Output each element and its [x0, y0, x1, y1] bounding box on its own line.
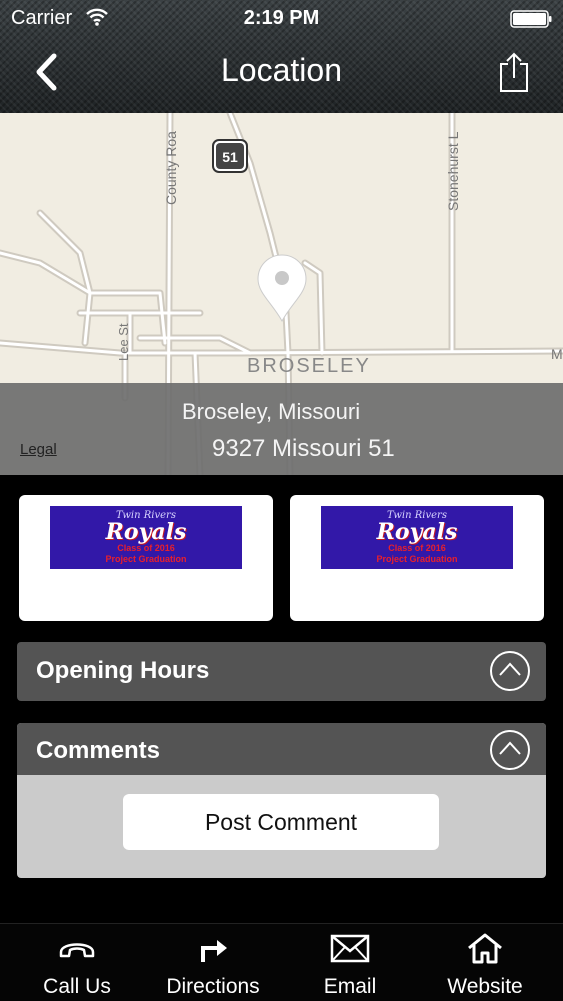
comments-toggle[interactable] [490, 730, 530, 770]
opening-hours-toggle[interactable] [490, 651, 530, 691]
comments-section: Comments Post Comment [17, 723, 546, 878]
royals-banner-image: Twin Rivers Royals Class of 2016 Project… [321, 506, 513, 569]
place-address: 9327 Missouri 51 [212, 435, 395, 462]
tab-website[interactable]: Website [415, 924, 555, 1001]
lee-st-label: Lee St [116, 323, 131, 361]
page-title: Location [221, 52, 342, 88]
highway-shield-icon: 51 [212, 139, 248, 173]
status-time: 2:19 PM [243, 7, 320, 29]
bottom-tab-bar: Call Us Directions Email Website [0, 923, 563, 1001]
phone-icon [59, 943, 95, 958]
tab-call-us[interactable]: Call Us [7, 924, 147, 1001]
banner-sub-text: Class of 2016 [117, 543, 175, 553]
home-icon [468, 933, 502, 964]
tab-email[interactable]: Email [280, 924, 420, 1001]
location-info-overlay: Broseley, Missouri 9327 Missouri 51 Lega… [0, 383, 563, 475]
town-label: BROSELEY [247, 355, 371, 377]
edge-road-label: M [551, 346, 563, 362]
comments-header[interactable]: Comments [17, 723, 546, 775]
tab-directions[interactable]: Directions [143, 924, 283, 1001]
royals-banner-image: Twin Rivers Royals Class of 2016 Project… [50, 506, 242, 569]
map-pin-icon[interactable] [257, 254, 307, 323]
stonehurst-label: Stonehurst L [445, 131, 461, 211]
opening-hours-title: Opening Hours [36, 657, 210, 684]
post-comment-button[interactable]: Post Comment [123, 794, 439, 850]
navigation-header: Carrier 2:19 PM Location [0, 0, 563, 113]
location-map[interactable]: 51 County Roa Stonehurst L Lee St BROSEL… [0, 113, 563, 475]
tab-label: Directions [166, 975, 260, 998]
tab-label: Email [323, 975, 377, 998]
opening-hours-section[interactable]: Opening Hours [17, 642, 546, 701]
comments-title: Comments [36, 737, 161, 764]
envelope-icon [330, 934, 370, 963]
banner-sub-text: Project Graduation [105, 554, 187, 564]
turn-right-arrow-icon [201, 940, 227, 962]
legal-link[interactable]: Legal [20, 441, 57, 458]
county-road-label: County Roa [163, 131, 179, 205]
battery-icon [510, 10, 552, 33]
share-button[interactable] [496, 50, 532, 96]
status-bar: Carrier 2:19 PM [0, 0, 563, 38]
banner-sub-text: Project Graduation [376, 554, 458, 564]
banner-main-text: Royals [376, 519, 458, 545]
highway-number: 51 [222, 149, 238, 165]
chevron-up-icon [499, 662, 521, 676]
chevron-up-icon [499, 741, 521, 755]
image-card[interactable]: Twin Rivers Royals Class of 2016 Project… [290, 495, 544, 621]
banner-main-text: Royals [105, 519, 187, 545]
tab-label: Website [447, 975, 523, 998]
image-card[interactable]: Twin Rivers Royals Class of 2016 Project… [19, 495, 273, 621]
tab-label: Call Us [43, 975, 111, 998]
banner-sub-text: Class of 2016 [388, 543, 446, 553]
share-icon [500, 52, 528, 92]
place-name: Broseley, Missouri [182, 399, 361, 424]
